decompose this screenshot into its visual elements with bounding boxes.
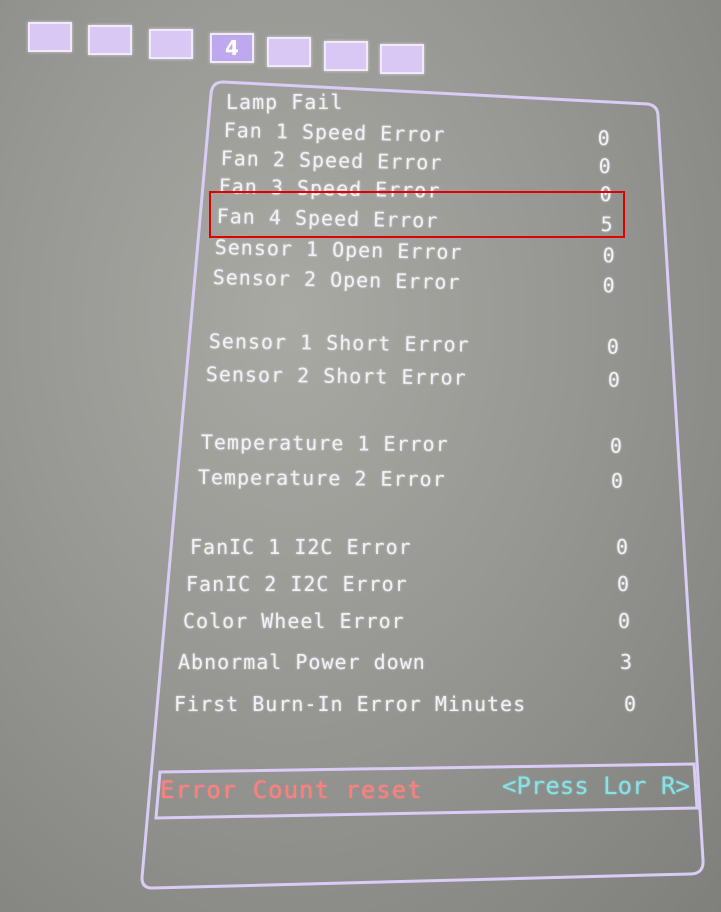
error-value: 0 [602,273,616,298]
error-value: 0 [618,609,632,633]
error-label: Abnormal Power down [178,650,426,674]
error-value: 0 [609,433,624,458]
error-label: Temperature 2 Error [197,465,446,492]
error-value: 0 [610,468,625,493]
reset-hint: <Press Lor R> [502,772,690,800]
error-label: First Burn-In Error Minutes [174,692,527,716]
highlight-box [209,191,625,238]
error-label: FanIC 1 I2C Error [190,535,412,559]
error-count-reset-label[interactable]: Error Count reset [160,776,423,804]
error-label: Fan 1 Speed Error [223,118,446,147]
error-label: FanIC 2 I2C Error [186,572,408,596]
error-label: Temperature 1 Error [200,430,449,457]
error-label: Sensor 1 Short Error [208,329,470,357]
error-value: 0 [607,367,622,392]
error-value: 0 [598,153,612,179]
error-label: Sensor 2 Short Error [205,362,467,390]
error-value: 3 [620,650,634,674]
error-value: 0 [606,334,621,359]
error-value: 0 [602,243,616,268]
error-label: Color Wheel Error [183,609,405,633]
error-value: 0 [624,692,638,716]
error-value: 0 [617,572,631,596]
error-value: 0 [616,535,630,559]
error-value: 0 [597,125,611,151]
error-label: Lamp Fail [226,90,344,114]
error-label: Fan 2 Speed Error [220,146,443,175]
